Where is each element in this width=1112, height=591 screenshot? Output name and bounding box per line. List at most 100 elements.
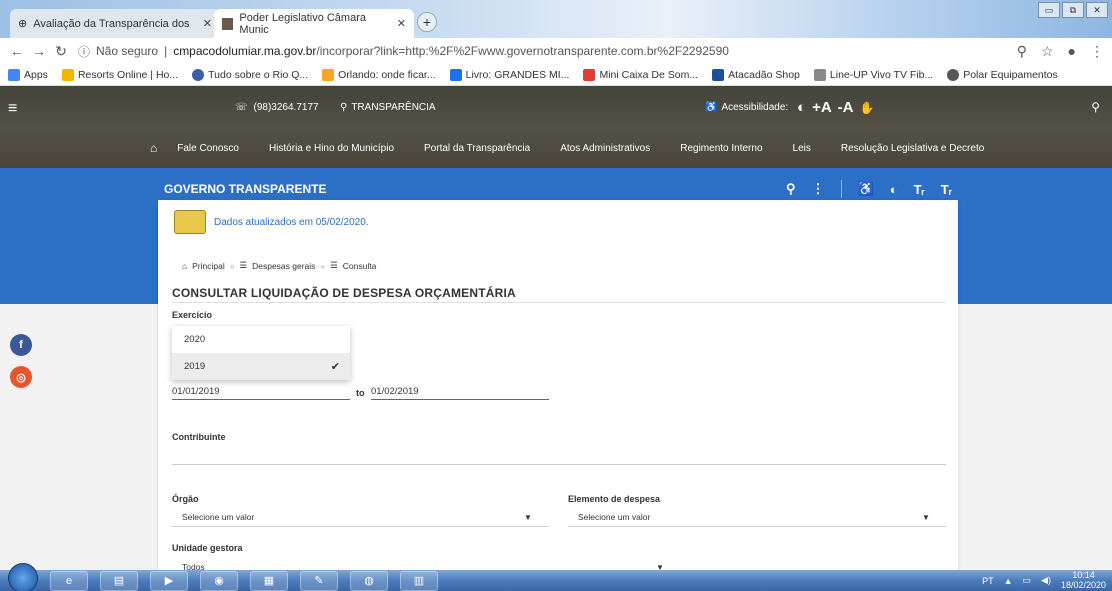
bookmark-item[interactable]: Livro: GRANDES MI... [449, 68, 570, 81]
exercicio-dropdown[interactable]: 2020 2019 ✔ [172, 326, 350, 380]
bookmark-label: Polar Equipamentos [963, 68, 1058, 81]
contribuinte-label: Contribuinte [172, 432, 226, 442]
bookmark-icon [192, 68, 205, 81]
phone-link[interactable]: ☏ (98)3264.7177 [235, 102, 319, 113]
address-bar: ← → ↻ ⓘ Não seguro | cmpacodolumiar.ma.g… [0, 38, 1112, 64]
minimize-button[interactable]: ▭ [1038, 2, 1060, 18]
option-label: 2019 [184, 361, 206, 372]
forward-icon[interactable]: → [28, 43, 50, 59]
volume-icon[interactable]: ◀) [1041, 575, 1051, 586]
transparencia-link[interactable]: ⚲ TRANSPARÊNCIA [340, 102, 436, 113]
close-icon[interactable]: ✕ [397, 17, 406, 30]
menu-item[interactable]: Resolução Legislativa e Decreto [841, 143, 984, 154]
phone-number: (98)3264.7177 [253, 102, 319, 113]
caret-down-icon[interactable]: ▼ [524, 513, 532, 522]
date-from-field[interactable]: 01/01/2019 [172, 386, 220, 397]
calculator-icon[interactable]: ▦ [250, 570, 288, 591]
menu-dots-icon[interactable]: ⋮ [1090, 43, 1104, 60]
facebook-icon[interactable]: f [10, 334, 32, 356]
search-icon[interactable]: ⚲ [786, 181, 796, 197]
windows-taskbar: e ▤ ▶ ◉ ▦ ✎ ◍ ▥ PT ▲ ▭ ◀) 10:14 18/02/20… [0, 562, 1112, 591]
network-icon[interactable]: ▭ [1023, 575, 1032, 586]
more-icon[interactable]: ⋮ [812, 181, 825, 197]
bookmark-label: Apps [24, 68, 48, 81]
firefox-icon[interactable]: ◍ [350, 570, 388, 591]
bookmark-label: Mini Caixa De Som... [599, 68, 699, 81]
bookmark-label: Resorts Online | Ho... [77, 68, 179, 81]
close-window-button[interactable]: ✕ [1086, 2, 1108, 18]
menu-item[interactable]: Fale Conosco [177, 143, 239, 154]
menu-item[interactable]: Leis [793, 143, 811, 154]
font-increase-button[interactable]: +A [812, 99, 832, 116]
profile-icon[interactable]: ● [1068, 43, 1076, 60]
menu-item[interactable]: Atos Administrativos [560, 143, 650, 154]
paint-icon[interactable]: ✎ [300, 570, 338, 591]
search-icon: ⚲ [340, 102, 348, 113]
clock[interactable]: 10:14 18/02/2020 [1060, 570, 1106, 591]
bookmark-label: Livro: GRANDES MI... [465, 68, 570, 81]
date-to-field[interactable]: 01/02/2019 [371, 386, 419, 397]
back-icon[interactable]: ← [6, 43, 28, 59]
contrast-icon[interactable]: ◐ [890, 182, 898, 197]
site-search-icon[interactable]: ⚲ [1091, 100, 1100, 114]
tray-arrow-icon[interactable]: ▲ [1004, 576, 1013, 586]
menu-item[interactable]: Regimento Interno [680, 143, 762, 154]
media-player-icon[interactable]: ▶ [150, 570, 188, 591]
bookmark-label: Line-UP Vivo TV Fib... [829, 68, 934, 81]
update-notice: Dados atualizados em 05/02/2020. [174, 210, 369, 234]
star-icon[interactable]: ☆ [1041, 43, 1054, 60]
browser-tab-1[interactable]: ⊕ Avaliação da Transparência dos ✕ [10, 9, 220, 38]
window-controls: ▭ ⧉ ✕ [1038, 2, 1108, 18]
home-icon[interactable]: ⌂ [150, 141, 157, 155]
bookmark-item[interactable]: Resorts Online | Ho... [61, 68, 179, 81]
language-indicator[interactable]: PT [982, 576, 994, 586]
chrome-icon[interactable]: ◉ [200, 570, 238, 591]
new-tab-button[interactable]: + [417, 12, 437, 32]
browser-tab-2[interactable]: Poder Legislativo Câmara Munic ✕ [214, 9, 414, 38]
breadcrumb-separator: » [229, 260, 235, 271]
page-title: CONSULTAR LIQUIDAÇÃO DE DESPESA ORÇAMENT… [172, 286, 516, 300]
exercicio-option[interactable]: 2020 [172, 326, 350, 353]
font-decrease-icon[interactable]: Tᵣ [941, 182, 952, 197]
breadcrumb-despesas[interactable]: Despesas gerais [252, 261, 315, 271]
orgao-label: Órgão [172, 494, 199, 504]
contrast-icon[interactable]: ◐ [797, 99, 806, 116]
url-field[interactable]: ⓘ Não seguro | cmpacodolumiar.ma.gov.br/… [78, 43, 729, 60]
font-increase-icon[interactable]: Tᵣ [914, 182, 925, 197]
city-logo [174, 210, 206, 234]
menu-item[interactable]: História e Hino do Município [269, 143, 394, 154]
bookmark-apps[interactable]: Apps [8, 68, 48, 81]
transparencia-label: TRANSPARÊNCIA [351, 102, 436, 113]
divider [840, 180, 842, 198]
accessibility-icon[interactable]: ♿ [858, 181, 874, 197]
maximize-button[interactable]: ⧉ [1062, 2, 1084, 18]
bookmark-item[interactable]: Tudo sobre o Rio Q... [192, 68, 308, 81]
clock-date: 18/02/2020 [1060, 579, 1106, 590]
font-decrease-button[interactable]: -A [838, 99, 854, 116]
contribuinte-input[interactable] [172, 464, 946, 465]
reload-icon[interactable]: ↻ [50, 43, 72, 60]
content-card: Dados atualizados em 05/02/2020. ⌂ Princ… [158, 200, 958, 572]
folder-icon[interactable]: ▤ [100, 570, 138, 591]
spreadsheet-icon[interactable]: ▥ [400, 570, 438, 591]
caret-down-icon[interactable]: ▼ [922, 513, 930, 522]
hamburger-icon[interactable]: ≡ [8, 100, 17, 118]
bookmark-icon [712, 68, 725, 81]
elemento-select[interactable]: Selecione um valor [578, 512, 650, 522]
bookmark-item[interactable]: Polar Equipamentos [947, 68, 1058, 81]
bookmark-item[interactable]: Orlando: onde ficar... [322, 68, 436, 81]
orgao-select[interactable]: Selecione um valor [182, 512, 254, 522]
ie-icon[interactable]: e [50, 570, 88, 591]
bookmark-item[interactable]: Mini Caixa De Som... [583, 68, 699, 81]
zoom-icon[interactable]: ⚲ [1017, 43, 1027, 60]
date-to-underline [371, 399, 549, 400]
breadcrumb-principal[interactable]: Principal [192, 261, 225, 271]
bookmark-item[interactable]: Atacadão Shop [712, 68, 800, 81]
sign-language-icon[interactable]: ✋ [859, 101, 874, 115]
close-icon[interactable]: ✕ [203, 17, 212, 30]
start-button[interactable] [8, 562, 38, 591]
menu-item[interactable]: Portal da Transparência [424, 143, 530, 154]
instagram-icon[interactable]: ◎ [10, 366, 32, 388]
bookmark-item[interactable]: Line-UP Vivo TV Fib... [813, 68, 934, 81]
exercicio-option-selected[interactable]: 2019 ✔ [172, 353, 350, 380]
